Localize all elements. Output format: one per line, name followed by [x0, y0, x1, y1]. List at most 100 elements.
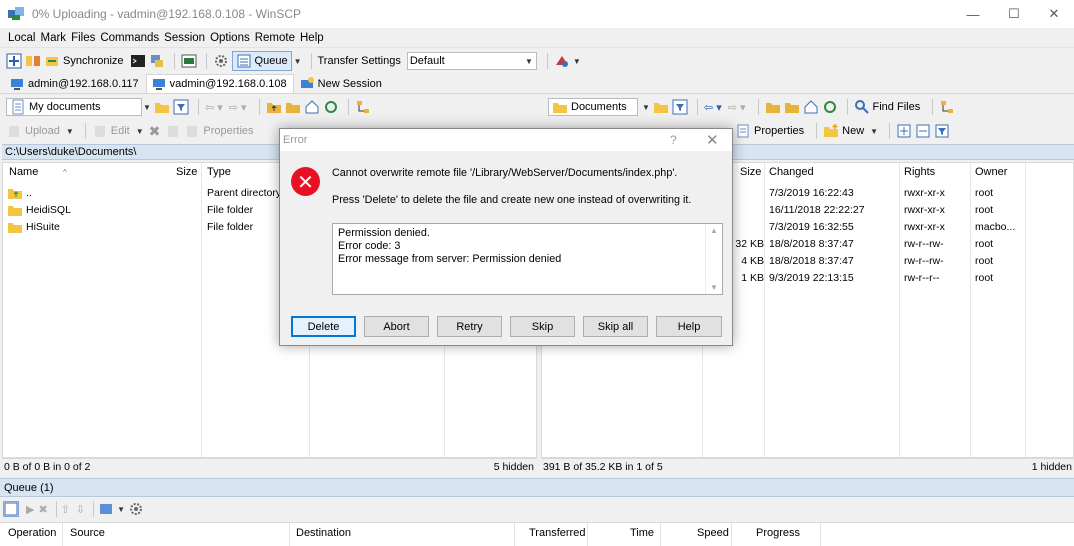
gear-icon[interactable]	[128, 501, 144, 517]
forward-icon[interactable]: ⇨ ▾	[229, 101, 247, 114]
filter-icon[interactable]	[672, 99, 688, 115]
folder-icon	[7, 202, 23, 218]
new-button[interactable]: New	[842, 125, 864, 137]
home-icon[interactable]	[304, 99, 320, 115]
list-item[interactable]: HeidiSQL File folder	[7, 201, 307, 218]
left-properties-button[interactable]: Properties	[203, 125, 253, 137]
right-properties-button[interactable]: Properties	[754, 125, 804, 137]
queue-col-speed[interactable]: Speed	[697, 527, 729, 539]
forward-icon[interactable]: ⇨ ▾	[728, 101, 746, 114]
queue-col-destination[interactable]: Destination	[296, 527, 351, 539]
close-window-button[interactable]: ✕	[1031, 0, 1074, 28]
queue-button[interactable]: Queue	[231, 51, 292, 71]
right-location-select[interactable]: Documents	[548, 98, 638, 116]
queue-col-progress[interactable]: Progress	[756, 527, 800, 539]
column-header-rights[interactable]: Rights	[904, 163, 935, 181]
tree-icon[interactable]	[355, 99, 371, 115]
rights-cell: rw-r--rw-	[904, 254, 944, 267]
putty-icon[interactable]	[149, 53, 165, 69]
list-item[interactable]: .. Parent directory	[7, 184, 307, 201]
abort-button[interactable]: Abort	[364, 316, 429, 337]
collapse-icon[interactable]	[915, 123, 931, 139]
back-icon[interactable]: ⇦ ▾	[205, 101, 223, 114]
queue-col-transferred[interactable]: Transferred	[529, 527, 585, 539]
compare-icon[interactable]	[25, 53, 41, 69]
add-icon[interactable]	[6, 53, 22, 69]
menu-local[interactable]: Local	[8, 32, 36, 44]
column-header-owner[interactable]: Owner	[975, 163, 1007, 181]
retry-button[interactable]: Retry	[437, 316, 502, 337]
refresh-icon[interactable]	[822, 99, 838, 115]
root-dir-icon[interactable]	[285, 99, 301, 115]
list-item[interactable]: HiSuite File folder	[7, 218, 307, 235]
transfer-options-icon[interactable]	[554, 53, 570, 69]
chevron-down-icon[interactable]: ▼	[642, 103, 650, 112]
find-files-button[interactable]: Find Files	[873, 101, 921, 113]
queue-label: Queue	[254, 55, 288, 67]
menu-commands[interactable]: Commands	[100, 32, 159, 44]
menu-remote[interactable]: Remote	[255, 32, 295, 44]
back-icon[interactable]: ⇦ ▾	[704, 101, 722, 114]
console-icon[interactable]	[130, 53, 146, 69]
refresh-icon[interactable]	[323, 99, 339, 115]
left-path-text: C:\Users\duke\Documents\	[5, 146, 137, 158]
tab-new-session[interactable]: New Session	[294, 74, 389, 93]
help-button[interactable]: Help	[656, 316, 722, 337]
tab-session-vadmin[interactable]: vadmin@192.168.0.108	[145, 74, 294, 93]
column-header-type[interactable]: Type	[207, 163, 231, 181]
delete-button[interactable]: Delete	[291, 316, 356, 337]
terminal-icon[interactable]	[181, 53, 197, 69]
details-scrollbar[interactable]: ▲ ▼	[705, 224, 722, 294]
scroll-up-icon[interactable]: ▲	[710, 226, 718, 235]
menu-options[interactable]: Options	[210, 32, 250, 44]
queue-list-icon[interactable]	[3, 501, 19, 517]
transfer-options-dropdown-icon[interactable]: ▼	[573, 57, 581, 66]
skip-all-button[interactable]: Skip all	[583, 316, 648, 337]
synchronize-button[interactable]: Synchronize	[63, 55, 124, 67]
synchronize-icon[interactable]	[44, 53, 60, 69]
queue-col-time[interactable]: Time	[630, 527, 654, 539]
queue-col-source[interactable]: Source	[70, 527, 105, 539]
transfer-settings-select[interactable]: Default ▼	[406, 52, 537, 70]
expand-icon[interactable]	[896, 123, 912, 139]
menu-files[interactable]: Files	[71, 32, 95, 44]
column-header-name[interactable]: Name	[9, 163, 38, 181]
minimize-button[interactable]: —	[950, 0, 996, 28]
dialog-help-icon[interactable]: ?	[670, 133, 677, 147]
queue-col-operation[interactable]: Operation	[8, 527, 56, 539]
open-folder-icon[interactable]	[154, 99, 170, 115]
queue-settings-icon[interactable]	[98, 501, 114, 517]
move-up-icon[interactable]: ⇧	[61, 503, 70, 516]
filter-icon[interactable]	[173, 99, 189, 115]
open-folder-icon[interactable]	[653, 99, 669, 115]
menu-help[interactable]: Help	[300, 32, 324, 44]
menu-mark[interactable]: Mark	[41, 32, 67, 44]
chevron-down-icon[interactable]: ▼	[143, 103, 151, 112]
column-header-size[interactable]: Size	[740, 163, 761, 181]
edit-button[interactable]: Edit	[111, 125, 130, 137]
dialog-close-icon[interactable]: ✕	[706, 131, 719, 149]
cancel-icon[interactable]: ✖	[38, 503, 47, 516]
scroll-down-icon[interactable]: ▼	[710, 283, 718, 292]
delete-icon[interactable]: ✖	[149, 123, 161, 140]
tree-icon[interactable]	[939, 99, 955, 115]
rename-icon[interactable]	[165, 123, 181, 139]
column-header-size[interactable]: Size	[176, 163, 197, 181]
filter-icon[interactable]	[934, 123, 950, 139]
column-header-changed[interactable]: Changed	[769, 163, 814, 181]
queue-dropdown-icon[interactable]: ▼	[294, 57, 302, 66]
right-ops-bar: Properties New ▼	[735, 120, 1074, 142]
parent-dir-icon[interactable]	[765, 99, 781, 115]
play-icon[interactable]: ▶	[26, 503, 34, 516]
error-details-box[interactable]: Permission denied. Error code: 3 Error m…	[332, 223, 723, 295]
skip-button[interactable]: Skip	[510, 316, 575, 337]
preferences-gear-icon[interactable]	[213, 53, 229, 69]
parent-dir-icon[interactable]	[266, 99, 282, 115]
tab-session-admin[interactable]: admin@192.168.0.117	[4, 74, 146, 93]
move-down-icon[interactable]: ⇩	[76, 503, 85, 516]
menu-session[interactable]: Session	[164, 32, 205, 44]
upload-button[interactable]: Upload	[25, 125, 60, 137]
root-dir-icon[interactable]	[784, 99, 800, 115]
left-location-select[interactable]: My documents	[6, 98, 142, 116]
home-icon[interactable]	[803, 99, 819, 115]
